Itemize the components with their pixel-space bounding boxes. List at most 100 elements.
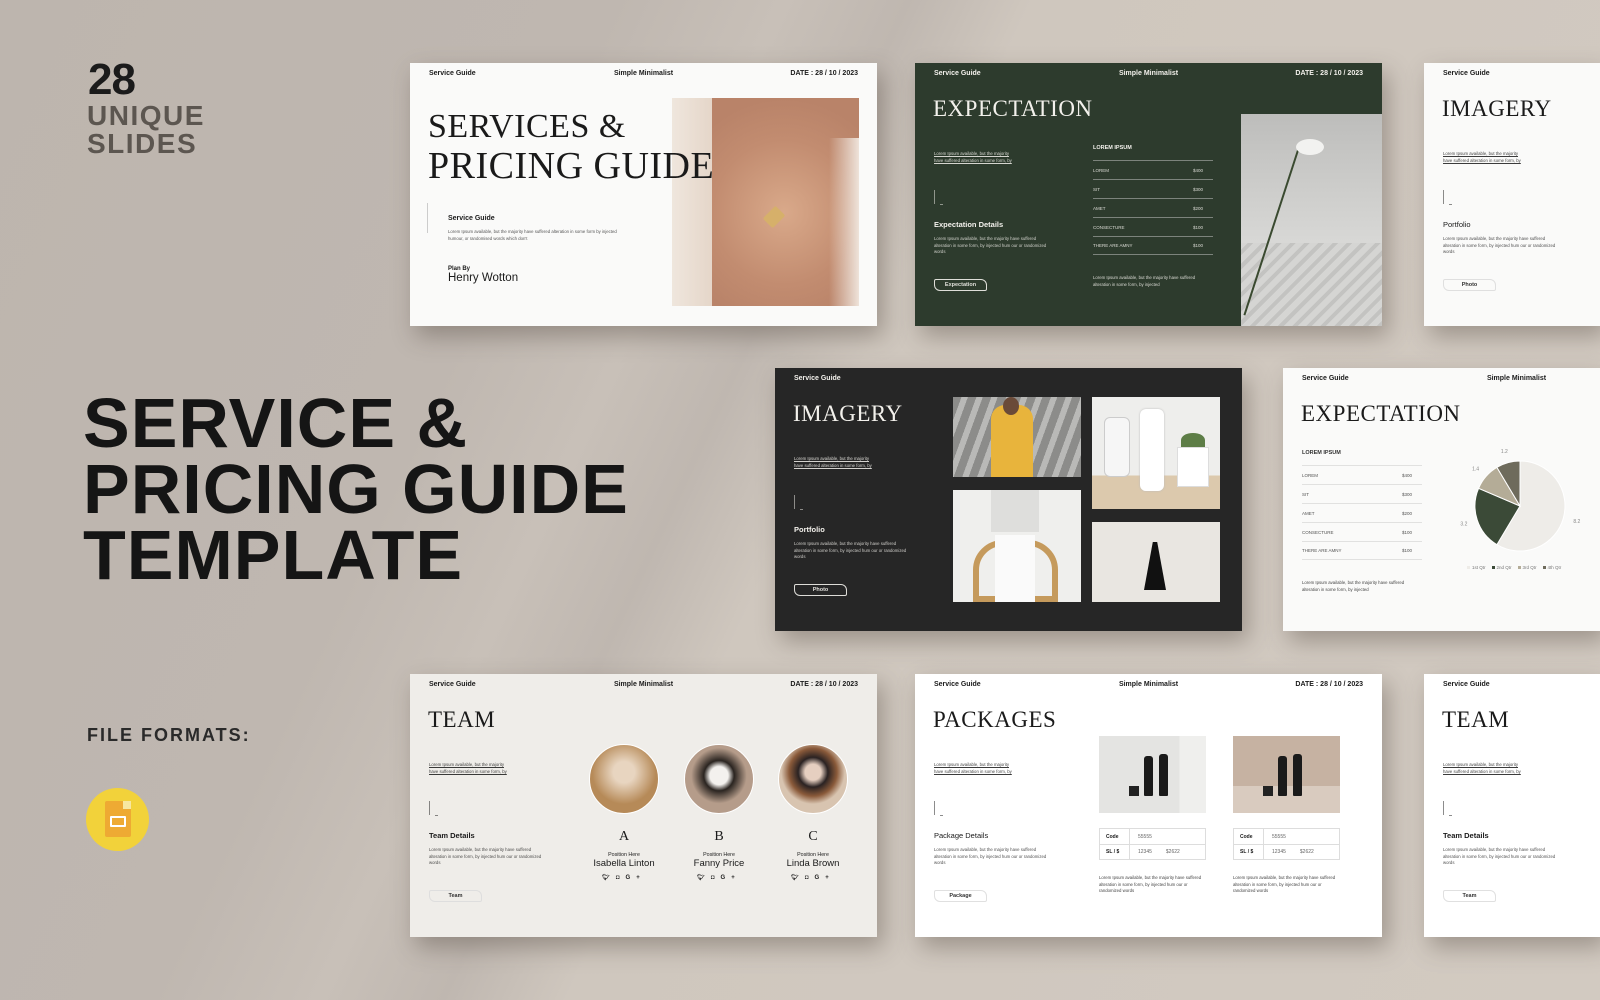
- file-formats-label: FILE FORMATS:: [87, 725, 251, 745]
- member-avatar: [684, 744, 754, 814]
- package-photo: [1099, 736, 1206, 813]
- slide-count-label: UNIQUE SLIDES: [87, 102, 205, 158]
- cover-title-line1: SERVICES &: [428, 108, 626, 145]
- promo-canvas: 28 UNIQUE SLIDES SERVICE & PRICING GUIDE …: [0, 0, 1600, 1000]
- subtitle-line: UNIQUE: [87, 100, 205, 131]
- member-letter: B: [714, 829, 724, 844]
- details-title: Expectation Details: [934, 220, 1004, 229]
- chair-woman-photo: [953, 490, 1081, 602]
- divider: [429, 801, 430, 815]
- promo-title: SERVICE & PRICING GUIDE TEMPLATE: [83, 384, 629, 594]
- title-line: SERVICE &: [83, 384, 469, 462]
- price-row: CONSECTURE $100: [1093, 217, 1213, 236]
- divider-dash: [1449, 815, 1452, 816]
- price-value: $2622: [1165, 849, 1180, 855]
- details-desc: Lorem Ipsum available, but the majority …: [934, 236, 1047, 255]
- code-value: 55555: [1138, 833, 1152, 840]
- intro-link[interactable]: Lorem Ipsum available, but the majority …: [1443, 151, 1528, 164]
- slide-expectation-chart[interactable]: Service Guide Simple Minimalist EXPECTAT…: [1283, 368, 1600, 631]
- slide-cover[interactable]: Service Guide Simple Minimalist DATE : 2…: [410, 63, 877, 326]
- sl-value: 12345: [1138, 849, 1152, 855]
- member-name: Fanny Price: [693, 858, 745, 869]
- instagram-icon[interactable]: ◘: [711, 875, 721, 881]
- data-label: 1.4: [1472, 466, 1479, 472]
- team-member: C Position Here Linda Brown 🐦︎◘G+: [768, 744, 858, 881]
- price-value: $2622: [1299, 849, 1314, 855]
- member-name: Isabella Linton: [593, 858, 655, 869]
- social-links: 🐦︎◘G+: [674, 874, 764, 881]
- row-label: SIT: [1093, 186, 1101, 192]
- row-price: $400: [1192, 167, 1203, 173]
- twitter-icon[interactable]: 🐦︎: [602, 875, 616, 881]
- instagram-icon[interactable]: ◘: [616, 875, 626, 881]
- price-row: CONSECTURE $100: [1302, 522, 1422, 541]
- package-button[interactable]: Package: [934, 890, 987, 902]
- twitter-icon[interactable]: 🐦︎: [791, 875, 805, 881]
- google-plus-icon[interactable]: G+: [721, 875, 741, 881]
- divider: [1443, 190, 1444, 204]
- slide-imagery-dark[interactable]: Service Guide IMAGERY Lorem Ipsum availa…: [775, 368, 1242, 631]
- twitter-icon[interactable]: 🐦︎: [697, 875, 711, 881]
- details-title: Package Details: [934, 831, 989, 840]
- divider: [934, 190, 935, 204]
- details-title: Team Details: [429, 831, 475, 840]
- slide-team-light[interactable]: Service Guide TEAM Lorem Ipsum available…: [1424, 674, 1600, 937]
- legend-item: 1st Qtr: [1467, 565, 1486, 570]
- slide-title: TEAM: [428, 707, 496, 732]
- code-label: Code: [1234, 829, 1264, 844]
- photo-button[interactable]: Photo: [1443, 279, 1496, 291]
- social-links: 🐦︎◘G+: [579, 874, 669, 881]
- header-left: Service Guide: [1443, 681, 1490, 688]
- slide-title: TEAM: [1442, 707, 1510, 732]
- google-plus-icon[interactable]: G+: [626, 875, 646, 881]
- sl-label: SL / $: [1100, 845, 1130, 859]
- row-label: THERE ARE AMNY: [1302, 548, 1342, 553]
- title-line: TEMPLATE: [83, 516, 464, 594]
- row-label: THERE ARE AMNY: [1093, 243, 1133, 248]
- slide-title: EXPECTATION: [933, 96, 1093, 121]
- team-button[interactable]: Team: [429, 890, 482, 902]
- row-price: $200: [1401, 510, 1412, 516]
- package-card: Code 55555 SL / $ 12345 $2622 Lorem Ipsum ava…: [1099, 736, 1206, 895]
- header-date: DATE : 28 / 10 / 2023: [1295, 70, 1363, 77]
- cover-section: Service Guide: [448, 215, 495, 222]
- row-price: $200: [1192, 205, 1203, 211]
- legend-item: 3rd Qtr: [1517, 565, 1537, 570]
- intro-link[interactable]: Lorem Ipsum available, but the majority …: [429, 762, 514, 775]
- details-desc: Lorem Ipsum available, but the majority …: [429, 847, 542, 866]
- data-label: 1.2: [1501, 449, 1508, 455]
- instagram-icon[interactable]: ◘: [805, 875, 815, 881]
- necklace-photo: [672, 98, 859, 306]
- header-left: Service Guide: [1443, 70, 1490, 77]
- team-button[interactable]: Team: [1443, 890, 1496, 902]
- title-line: PRICING GUIDE: [83, 450, 629, 528]
- price-row: LOREM $400: [1093, 160, 1213, 179]
- details-title: Team Details: [1443, 831, 1489, 840]
- legend-swatch: [1542, 566, 1546, 569]
- price-row: THERE ARE AMNY $100: [1302, 541, 1422, 560]
- intro-link[interactable]: Lorem Ipsum available, but the majority …: [934, 762, 1019, 775]
- slide-team[interactable]: Service Guide Simple Minimalist DATE : 2…: [410, 674, 877, 937]
- header-date: DATE : 28 / 10 / 2023: [1295, 681, 1363, 688]
- details-desc: Lorem Ipsum available, but the majority …: [934, 847, 1047, 866]
- divider-dash: [435, 815, 438, 816]
- row-label: AMET: [1093, 205, 1106, 211]
- social-links: 🐦︎◘G+: [768, 874, 858, 881]
- expectation-button[interactable]: Expectation: [934, 279, 987, 291]
- intro-link[interactable]: Lorem Ipsum available, but the majority …: [934, 151, 1019, 164]
- legend-swatch: [1467, 566, 1470, 569]
- slide-packages[interactable]: Service Guide Simple Minimalist DATE : 2…: [915, 674, 1382, 937]
- team-member: B Position Here Fanny Price 🐦︎◘G+: [674, 744, 764, 881]
- intro-link[interactable]: Lorem Ipsum available, but the majority …: [794, 456, 879, 469]
- table-footnote: Lorem Ipsum available, but the majority …: [1302, 580, 1405, 592]
- google-plus-icon[interactable]: G+: [815, 875, 835, 881]
- slide-imagery-light[interactable]: Service Guide IMAGERY Lorem Ipsum availa…: [1424, 63, 1600, 326]
- package-table: Code 55555 SL / $ 12345 $2622: [1233, 828, 1340, 860]
- cover-title-line2: PRICING GUIDE: [428, 145, 715, 187]
- legend-label: 2nd Qtr: [1496, 565, 1512, 570]
- photo-button[interactable]: Photo: [794, 584, 847, 596]
- slide-expectation-green[interactable]: Service Guide Simple Minimalist DATE : 2…: [915, 63, 1382, 326]
- intro-link[interactable]: Lorem Ipsum available, but the majority …: [1443, 762, 1528, 775]
- cover-desc: Lorem Ipsum available, but the majority …: [448, 229, 617, 241]
- sl-label: SL / $: [1234, 845, 1264, 859]
